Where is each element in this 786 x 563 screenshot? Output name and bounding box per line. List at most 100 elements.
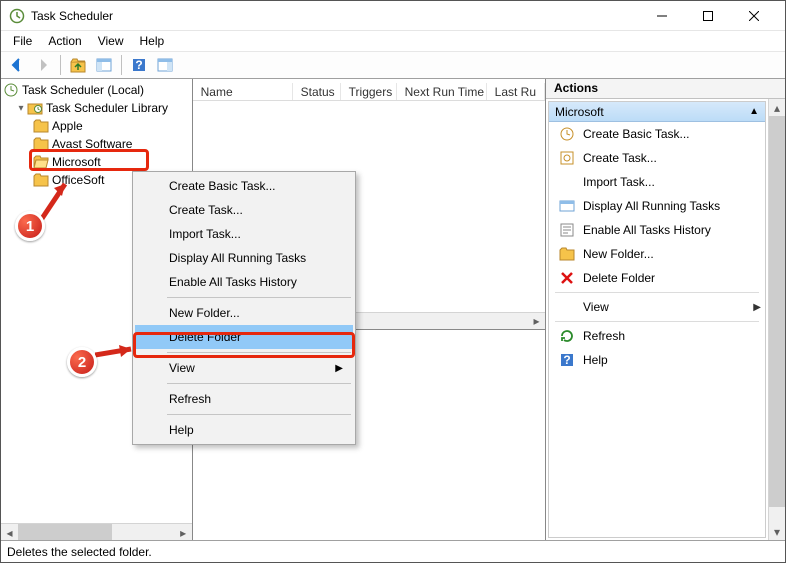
menu-view[interactable]: View <box>90 32 132 50</box>
folder-icon <box>559 246 575 262</box>
ctx-view[interactable]: View ▶ <box>135 356 353 380</box>
app-icon <box>9 8 25 24</box>
action-label: Import Task... <box>583 175 655 189</box>
ctx-separator <box>167 352 351 353</box>
actions-section-header[interactable]: Microsoft ▲ <box>549 102 765 122</box>
tree-item-microsoft[interactable]: Microsoft <box>1 153 192 171</box>
library-icon <box>27 100 43 116</box>
close-button[interactable] <box>731 1 777 31</box>
ctx-display-running[interactable]: Display All Running Tasks <box>135 246 353 270</box>
tree-item-label: Microsoft <box>52 155 101 169</box>
action-new-folder[interactable]: New Folder... <box>549 242 765 266</box>
ctx-new-folder[interactable]: New Folder... <box>135 301 353 325</box>
ctx-help[interactable]: Help <box>135 418 353 442</box>
menu-help[interactable]: Help <box>132 32 173 50</box>
menu-action[interactable]: Action <box>40 32 89 50</box>
ctx-refresh[interactable]: Refresh <box>135 387 353 411</box>
toolbar-separator <box>121 55 122 75</box>
action-view[interactable]: View ▶ <box>549 295 765 319</box>
minimize-button[interactable] <box>639 1 685 31</box>
window-title: Task Scheduler <box>31 9 639 23</box>
svg-text:?: ? <box>135 58 142 72</box>
statusbar: Deletes the selected folder. <box>1 540 785 562</box>
tree-item-apple[interactable]: Apple <box>1 117 192 135</box>
actions-title: Actions <box>546 79 785 99</box>
action-create-basic-task[interactable]: Create Basic Task... <box>549 122 765 146</box>
action-create-task[interactable]: Create Task... <box>549 146 765 170</box>
ctx-separator <box>167 297 351 298</box>
context-menu: Create Basic Task... Create Task... Impo… <box>132 171 356 445</box>
tree-h-scrollbar[interactable]: ◂ ▸ <box>1 523 192 540</box>
menu-file[interactable]: File <box>5 32 40 50</box>
folder-open-icon <box>33 154 49 170</box>
scroll-track[interactable] <box>769 116 785 523</box>
action-refresh[interactable]: Refresh <box>549 324 765 348</box>
scroll-up-btn[interactable]: ▴ <box>769 99 785 116</box>
panes-button-1[interactable] <box>92 54 116 76</box>
blank-icon <box>559 174 575 190</box>
actions-panel: Actions Microsoft ▲ Create Basic Task...… <box>546 79 785 540</box>
action-label: Help <box>583 353 608 367</box>
forward-button[interactable] <box>31 54 55 76</box>
ctx-create-task[interactable]: Create Task... <box>135 198 353 222</box>
tree-library-label: Task Scheduler Library <box>46 101 168 115</box>
submenu-arrow-icon: ▶ <box>335 363 343 374</box>
clock-icon <box>3 82 19 98</box>
scroll-left-btn[interactable]: ◂ <box>1 524 18 541</box>
task-icon <box>559 150 575 166</box>
panes-button-2[interactable] <box>153 54 177 76</box>
titlebar: Task Scheduler <box>1 1 785 31</box>
col-name[interactable]: Name <box>193 83 293 100</box>
col-status[interactable]: Status <box>293 83 341 100</box>
collapse-icon[interactable]: ▲ <box>749 106 759 117</box>
toolbar-separator <box>60 55 61 75</box>
expand-icon[interactable]: ▾ <box>15 103 27 114</box>
ctx-label: Delete Folder <box>169 330 241 344</box>
scroll-track[interactable] <box>18 524 175 540</box>
tree-root-label: Task Scheduler (Local) <box>22 83 144 97</box>
action-help[interactable]: ? Help <box>549 348 765 372</box>
tree-item-avast[interactable]: Avast Software <box>1 135 192 153</box>
callout-badge-1: 1 <box>15 211 45 241</box>
ctx-import-task[interactable]: Import Task... <box>135 222 353 246</box>
action-label: Create Basic Task... <box>583 127 690 141</box>
scroll-thumb[interactable] <box>769 116 785 507</box>
tree-root[interactable]: Task Scheduler (Local) <box>1 81 192 99</box>
ctx-separator <box>167 414 351 415</box>
ctx-enable-history[interactable]: Enable All Tasks History <box>135 270 353 294</box>
running-tasks-icon <box>559 198 575 214</box>
scroll-thumb[interactable] <box>18 524 112 540</box>
up-button[interactable] <box>66 54 90 76</box>
ctx-separator <box>167 383 351 384</box>
scroll-down-btn[interactable]: ▾ <box>769 523 785 540</box>
action-label: Refresh <box>583 329 625 343</box>
ctx-label: Help <box>169 423 194 437</box>
action-display-running[interactable]: Display All Running Tasks <box>549 194 765 218</box>
action-import-task[interactable]: Import Task... <box>549 170 765 194</box>
tree-item-label: Avast Software <box>52 137 132 151</box>
action-label: Display All Running Tasks <box>583 199 720 213</box>
col-last-run[interactable]: Last Ru <box>487 83 545 100</box>
actions-v-scrollbar[interactable]: ▴ ▾ <box>768 99 785 540</box>
tree-library[interactable]: ▾ Task Scheduler Library <box>1 99 192 117</box>
scroll-right-btn[interactable]: ▸ <box>528 313 545 330</box>
action-label: Create Task... <box>583 151 657 165</box>
action-delete-folder[interactable]: Delete Folder <box>549 266 765 290</box>
col-triggers[interactable]: Triggers <box>341 83 397 100</box>
ctx-label: View <box>169 361 195 375</box>
scroll-right-btn[interactable]: ▸ <box>175 524 192 541</box>
maximize-button[interactable] <box>685 1 731 31</box>
ctx-create-basic-task[interactable]: Create Basic Task... <box>135 174 353 198</box>
ctx-delete-folder[interactable]: Delete Folder <box>135 325 353 349</box>
back-button[interactable] <box>5 54 29 76</box>
help-icon: ? <box>559 352 575 368</box>
help-button[interactable]: ? <box>127 54 151 76</box>
actions-body: Microsoft ▲ Create Basic Task... Create … <box>548 101 766 538</box>
folder-icon <box>33 118 49 134</box>
col-next-run[interactable]: Next Run Time <box>397 83 487 100</box>
blank-icon <box>559 299 575 315</box>
history-icon <box>559 222 575 238</box>
action-label: New Folder... <box>583 247 654 261</box>
basic-task-icon <box>559 126 575 142</box>
action-enable-history[interactable]: Enable All Tasks History <box>549 218 765 242</box>
